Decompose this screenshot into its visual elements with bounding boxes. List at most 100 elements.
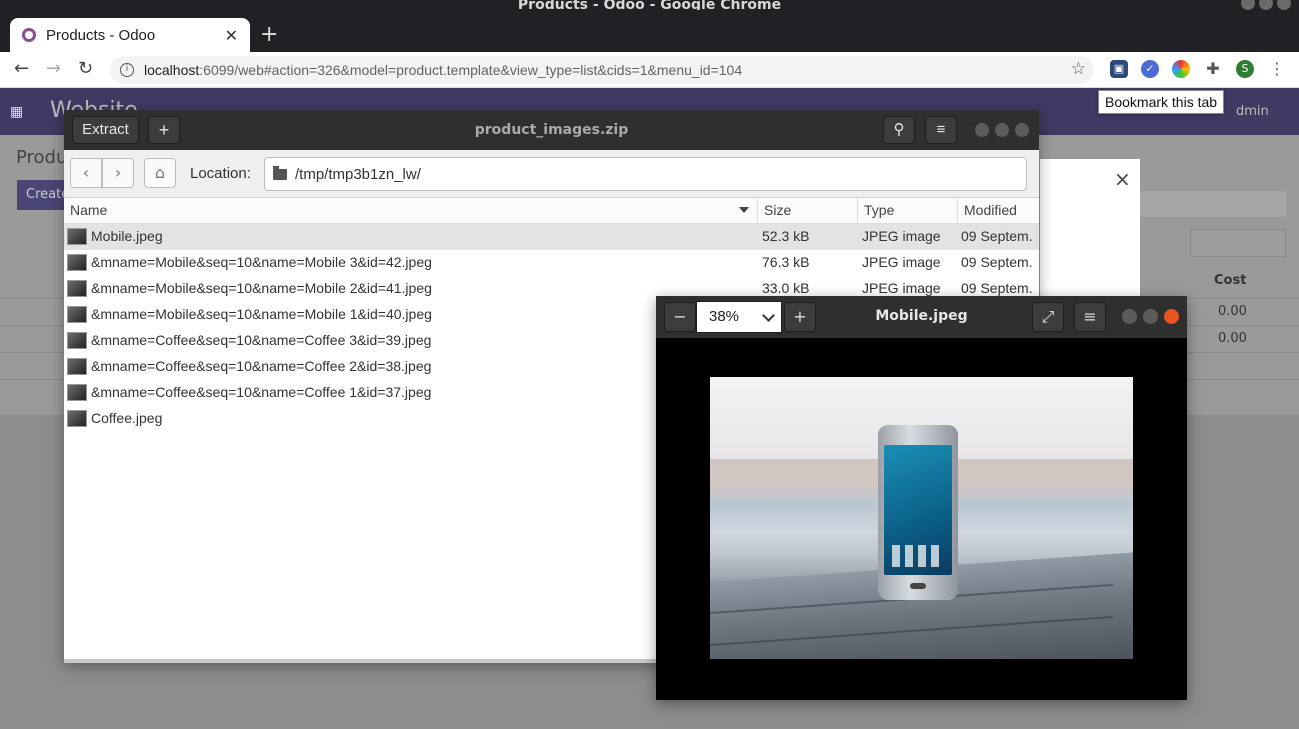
zoom-out-button[interactable]: − [664,302,696,332]
file-name: &mname=Coffee&seq=10&name=Coffee 3&id=39… [91,332,432,348]
image-file-icon [67,410,87,427]
location-bar: ‹ › ⌂ Location: /tmp/tmp3b1zn_lw/ [64,150,1039,198]
maximize-button[interactable] [1259,0,1273,10]
archive-window-controls [975,123,1029,137]
info-icon[interactable]: i [120,63,134,77]
cost-column-header[interactable]: Cost [1214,273,1246,288]
tab-title: Products - Odoo [46,26,156,44]
address-bar[interactable]: i localhost:6099/web#action=326&model=pr… [110,56,1094,84]
close-window-button[interactable] [1277,0,1291,10]
file-name: &mname=Mobile&seq=10&name=Mobile 1&id=40… [91,306,432,322]
back-button[interactable]: ‹ [70,158,102,188]
size-column-label: Size [764,202,792,218]
hamburger-menu-icon[interactable]: ≡ [925,116,957,144]
url-text: localhost:6099/web#action=326&model=prod… [144,62,742,78]
photo-plank [710,615,1113,648]
file-size: 33.0 kB [762,280,810,296]
file-name: &mname=Coffee&seq=10&name=Coffee 1&id=37… [91,384,432,400]
name-column-label: Name [70,202,108,218]
file-size: 76.3 kB [762,254,810,270]
chevron-down-icon [762,309,775,322]
file-modified: 09 Septem. [961,254,1033,270]
url-host: localhost [144,62,200,78]
extension-odoo-icon[interactable]: ▣ [1110,60,1128,78]
home-icon[interactable]: ⌂ [144,158,176,188]
minimize-button[interactable] [1122,309,1137,324]
file-type: JPEG image [862,280,941,296]
new-tab-button[interactable]: + [260,22,278,47]
reload-button[interactable]: ↻ [78,58,93,79]
file-modified: 09 Septem. [961,280,1033,296]
size-column-header[interactable]: Size [758,198,858,224]
column-header-row: Name Size Type Modified [64,198,1039,224]
bookmark-star-icon[interactable]: ☆ [1071,59,1086,79]
dialog-close-icon[interactable]: × [1114,167,1131,191]
cost-cell: 0.00 [1218,304,1247,319]
maximize-button[interactable] [1143,309,1158,324]
image-file-icon [67,280,87,297]
forward-button[interactable]: → [46,58,61,79]
bookmark-tooltip: Bookmark this tab [1098,90,1225,114]
extension-color-icon[interactable] [1172,60,1190,78]
add-files-button[interactable]: + [148,116,180,144]
create-button[interactable]: Create [17,180,69,210]
fullscreen-icon[interactable]: ⤢ [1032,302,1064,332]
file-modified: 09 Septem. [961,228,1033,244]
image-file-icon [67,228,87,245]
archive-headerbar: product_images.zip Extract + ⚲ ≡ [64,110,1039,150]
maximize-button[interactable] [995,123,1009,137]
image-file-icon [67,254,87,271]
forward-button[interactable]: › [102,158,134,188]
file-name: &mname=Coffee&seq=10&name=Coffee 2&id=38… [91,358,432,374]
tab-products-odoo[interactable]: Products - Odoo ✕ [10,18,250,52]
file-row[interactable]: &mname=Mobile&seq=10&name=Mobile 3&id=42… [64,250,1039,276]
location-field[interactable]: /tmp/tmp3b1zn_lw/ [264,157,1027,191]
file-size: 52.3 kB [762,228,810,244]
chrome-menu-icon[interactable]: ⋮ [1268,60,1286,78]
file-name: &mname=Mobile&seq=10&name=Mobile 2&id=41… [91,280,432,296]
file-row[interactable]: Mobile.jpeg 52.3 kB JPEG image 09 Septem… [64,224,1039,250]
apps-grid-icon[interactable]: ▦ [10,104,23,120]
file-name: &mname=Mobile&seq=10&name=Mobile 3&id=42… [91,254,432,270]
file-name: Coffee.jpeg [91,410,163,426]
zoom-in-button[interactable]: + [784,302,816,332]
type-column-header[interactable]: Type [858,198,958,224]
photo-phone-apps [892,545,944,567]
close-button[interactable] [1164,309,1179,324]
extract-button[interactable]: Extract [72,116,139,144]
image-file-icon [67,332,87,349]
window-controls [1241,0,1291,10]
cost-cell: 0.00 [1218,331,1247,346]
browser-toolbar: ← → ↻ i localhost:6099/web#action=326&mo… [0,52,1299,88]
folder-icon [273,165,287,180]
image-file-icon [67,384,87,401]
location-label: Location: [190,165,251,182]
search-icon[interactable]: ⚲ [883,116,915,144]
modified-column-header[interactable]: Modified [958,198,1039,224]
profile-avatar[interactable]: S [1236,60,1254,78]
back-button[interactable]: ← [14,58,29,79]
photo-phone-home [910,583,926,589]
extension-check-icon[interactable]: ✓ [1141,60,1159,78]
image-file-icon [67,306,87,323]
modified-column-label: Modified [964,202,1017,218]
search-input[interactable] [1140,191,1286,217]
file-type: JPEG image [862,254,941,270]
page-title: Produ [16,147,68,168]
phone-photo [710,377,1133,659]
extensions-puzzle-icon[interactable]: ✚ [1204,60,1222,78]
zoom-select[interactable]: 38% [696,301,782,333]
close-button[interactable] [1015,123,1029,137]
hamburger-menu-icon[interactable]: ≡ [1074,302,1106,332]
user-menu[interactable]: dmin [1236,104,1269,119]
file-name: Mobile.jpeg [91,228,163,244]
minimize-button[interactable] [1241,0,1255,10]
name-column-header[interactable]: Name [64,198,758,224]
view-switcher[interactable] [1190,229,1286,257]
minimize-button[interactable] [975,123,989,137]
location-path: /tmp/tmp3b1zn_lw/ [295,165,421,183]
tab-close-icon[interactable]: ✕ [225,26,238,45]
type-column-label: Type [864,202,895,218]
image-viewer-window: Mobile.jpeg − 38% + ⤢ ≡ [656,296,1187,700]
photo-phone [878,425,958,600]
